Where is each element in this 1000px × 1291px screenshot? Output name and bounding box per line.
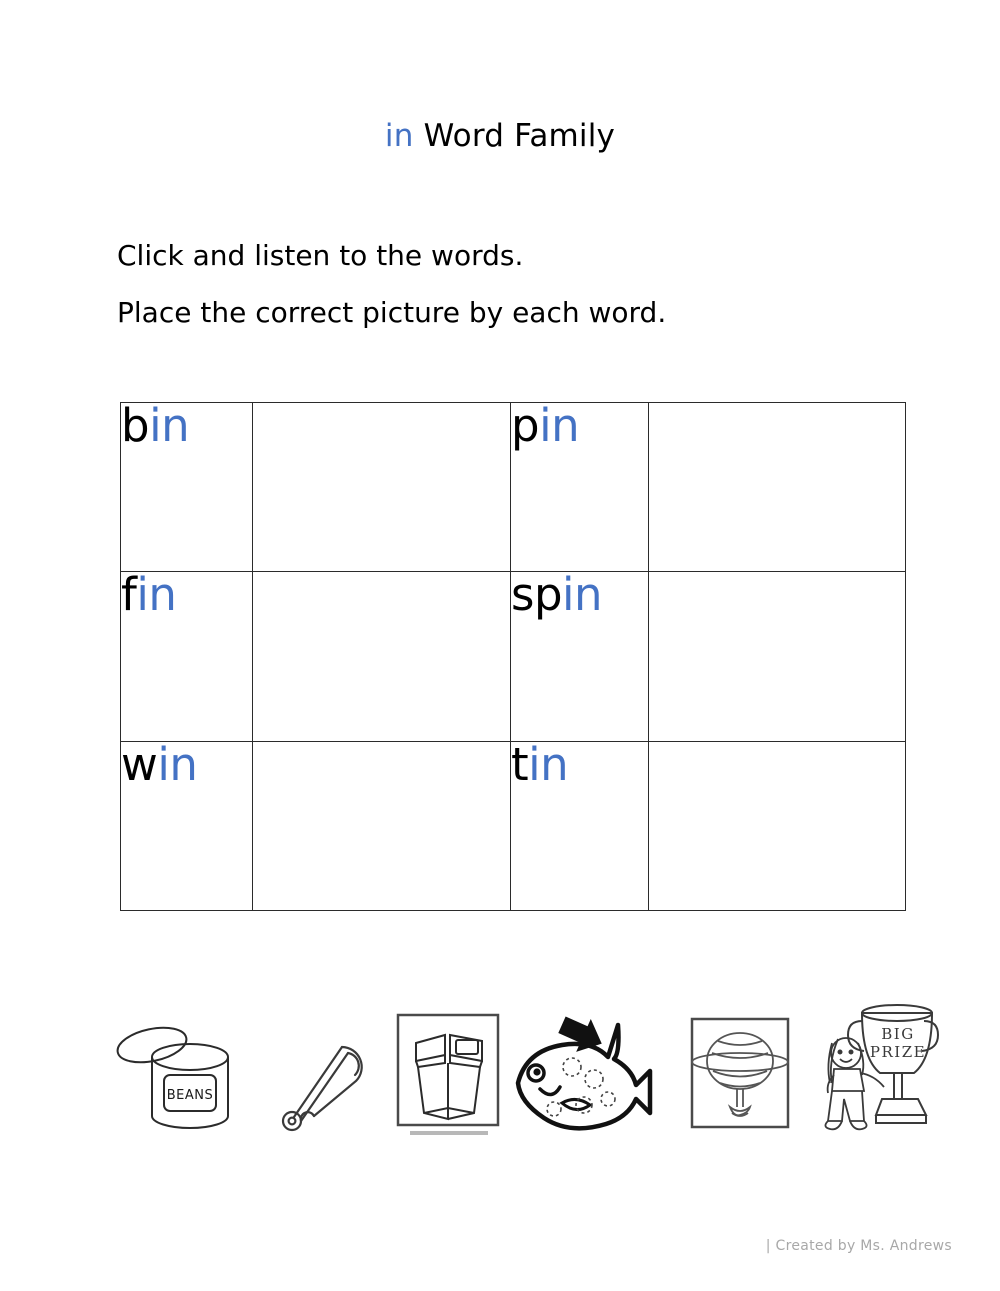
page-title: in Word Family <box>0 118 1000 154</box>
worksheet-page: in Word Family Click and listen to the w… <box>0 0 1000 1291</box>
word-cell-tin[interactable]: tin <box>510 737 649 912</box>
title-rest: Word Family <box>413 118 616 154</box>
spinning-top-icon[interactable] <box>680 1013 800 1138</box>
word-rime: in <box>539 399 580 452</box>
trophy-caption-line1: BIG <box>881 1025 914 1043</box>
word-onset: b <box>121 399 150 452</box>
drop-zone-tin[interactable] <box>648 740 906 912</box>
trophy-caption-line2: PRIZE <box>870 1043 926 1061</box>
tin-can-icon[interactable]: BEANS <box>110 1013 240 1133</box>
footer-credit: | Created by Ms. Andrews <box>765 1238 952 1254</box>
picture-strip: BEANS BIG PRIZE <box>100 995 960 1145</box>
word-cell-fin[interactable]: fin <box>120 571 253 742</box>
drop-zone-fin[interactable] <box>252 571 511 742</box>
word-cell-pin[interactable]: pin <box>510 401 649 573</box>
drop-zone-spin[interactable] <box>648 571 906 742</box>
word-cell-bin[interactable]: bin <box>120 401 253 573</box>
drop-zone-pin[interactable] <box>648 401 906 573</box>
word-rime: in <box>562 568 603 622</box>
title-rime: in <box>384 118 414 154</box>
word-cell-spin[interactable]: spin <box>510 571 649 742</box>
safety-pin-icon[interactable] <box>268 1017 378 1132</box>
trophy-win-icon[interactable]: BIG PRIZE <box>806 995 946 1145</box>
tin-can-caption: BEANS <box>167 1088 214 1103</box>
word-family-table: bin pin fin spin win tin <box>120 401 906 912</box>
word-rime: in <box>136 568 177 622</box>
word-rime: in <box>157 737 198 791</box>
fish-fin-icon[interactable] <box>500 1011 655 1136</box>
drop-zone-bin[interactable] <box>252 401 511 573</box>
word-onset: p <box>511 399 540 452</box>
trash-bin-icon[interactable] <box>388 1009 508 1144</box>
drop-zone-win[interactable] <box>252 740 511 912</box>
instruction-line-1: Click and listen to the words. <box>117 239 524 272</box>
word-onset: sp <box>511 568 563 622</box>
word-onset: w <box>121 737 158 791</box>
word-rime: in <box>528 737 569 791</box>
word-cell-win[interactable]: win <box>120 737 253 912</box>
table-row: win tin <box>120 737 906 912</box>
instruction-line-2: Place the correct picture by each word. <box>117 296 667 329</box>
word-rime: in <box>149 399 190 452</box>
word-onset: t <box>511 737 529 791</box>
table-row: bin pin <box>120 401 906 573</box>
table-row: fin spin <box>120 571 906 742</box>
instructions-block: Click and listen to the words. Place the… <box>117 242 877 327</box>
word-onset: f <box>121 568 137 622</box>
